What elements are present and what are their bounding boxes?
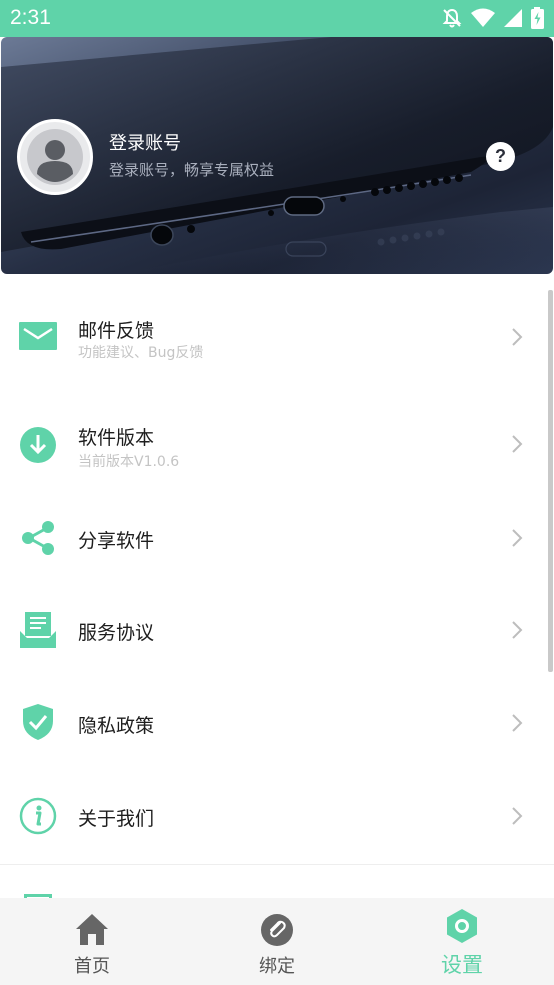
- link-icon: [261, 914, 293, 946]
- share-icon: [22, 521, 54, 555]
- menu-item-subtitle: 当前版本V1.0.6: [78, 454, 180, 470]
- settings-hex-icon: [447, 909, 477, 943]
- menu-item-privacy-policy[interactable]: 隐私政策: [0, 678, 554, 768]
- menu-item-about-us[interactable]: 关于我们: [0, 771, 554, 861]
- menu-item-title: 服务协议: [78, 622, 155, 644]
- menu-item-software-version[interactable]: 软件版本 当前版本V1.0.6: [0, 399, 554, 489]
- chevron-right-icon: [512, 328, 523, 346]
- download-icon: [20, 427, 56, 463]
- nav-label: 绑定: [259, 956, 295, 977]
- menu-item-title: 隐私政策: [78, 715, 155, 737]
- menu-item-title: 邮件反馈: [78, 320, 155, 342]
- mail-icon: [19, 322, 57, 350]
- chevron-right-icon: [512, 435, 523, 453]
- menu-item-subtitle: 功能建议、Bug反馈: [78, 345, 204, 361]
- scrollbar[interactable]: [548, 290, 553, 672]
- bottom-navigation: 首页 绑定 设置: [0, 898, 554, 985]
- shield-check-icon: [23, 704, 53, 740]
- nav-label: 首页: [74, 956, 110, 977]
- status-time: 2:31: [10, 6, 51, 29]
- menu-item-service-agreement[interactable]: 服务协议: [0, 585, 554, 675]
- chevron-right-icon: [512, 529, 523, 547]
- status-bar: 2:31: [0, 0, 554, 37]
- nav-tab-home[interactable]: 首页: [32, 898, 152, 985]
- status-icons: [441, 7, 544, 29]
- nav-tab-bind[interactable]: 绑定: [217, 898, 337, 985]
- menu-item-share[interactable]: 分享软件: [0, 493, 554, 583]
- profile-banner: 登录账号 登录账号，畅享专属权益 ?: [1, 37, 553, 274]
- info-icon: [19, 797, 57, 835]
- chevron-right-icon: [512, 807, 523, 825]
- signal-icon: [504, 9, 522, 27]
- home-icon: [76, 914, 108, 945]
- battery-icon: [531, 7, 544, 29]
- menu-item-title: 软件版本: [78, 427, 155, 449]
- menu-item-mail-feedback[interactable]: 邮件反馈 功能建议、Bug反馈: [0, 292, 554, 382]
- avatar[interactable]: [17, 119, 93, 195]
- list-divider: [0, 864, 554, 865]
- menu-item-title: 分享软件: [78, 530, 155, 552]
- nav-tab-settings[interactable]: 设置: [402, 898, 522, 985]
- nav-label: 设置: [441, 953, 483, 977]
- chevron-right-icon: [512, 714, 523, 732]
- login-subtitle: 登录账号，畅享专属权益: [109, 161, 275, 179]
- help-button[interactable]: ?: [486, 142, 515, 171]
- notifications-off-icon: [442, 8, 462, 28]
- user-icon: [27, 129, 83, 185]
- wifi-icon: [471, 8, 495, 27]
- menu-item-title: 关于我们: [78, 808, 155, 830]
- document-icon: [20, 612, 56, 648]
- chevron-right-icon: [512, 621, 523, 639]
- login-title[interactable]: 登录账号: [109, 129, 181, 155]
